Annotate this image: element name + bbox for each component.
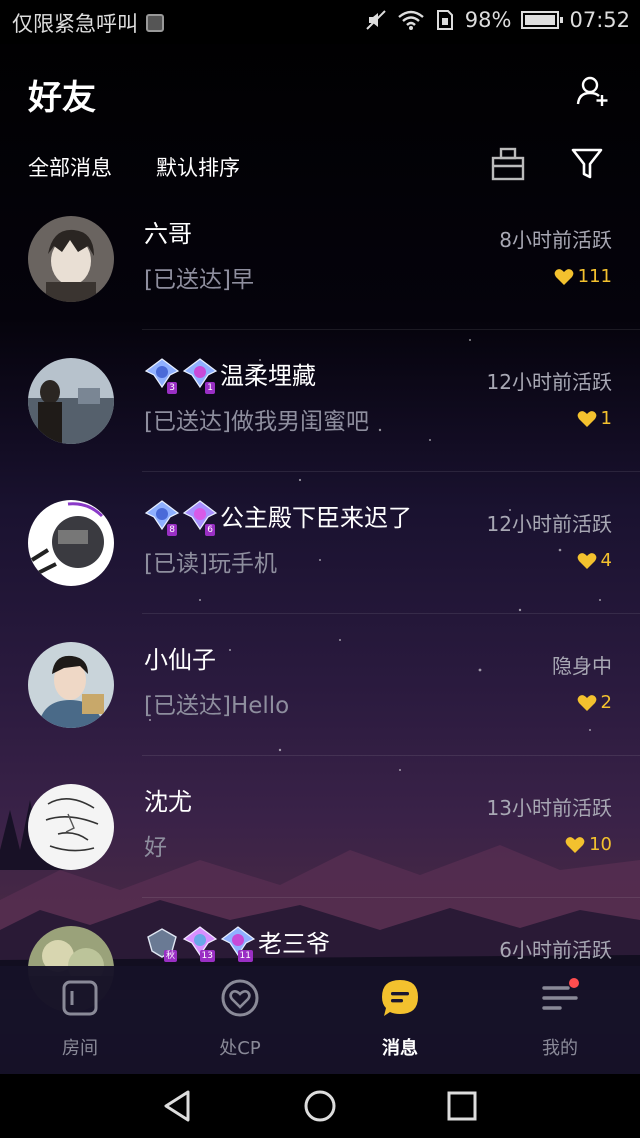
room-icon <box>62 980 98 1016</box>
intimacy-count: 2 <box>600 692 612 713</box>
last-active: 13小时前活跃 <box>486 796 612 820</box>
heart-icon <box>577 552 596 569</box>
last-message: [已送达]做我男闺蜜吧 <box>144 409 369 435</box>
profile-menu-icon <box>542 978 579 1010</box>
rank-badge-icon: 6 <box>182 499 218 536</box>
heart-icon <box>565 836 585 853</box>
friend-name: 温柔埋藏 <box>220 362 316 390</box>
battery-percent: 98% <box>464 8 512 32</box>
clock: 07:52 <box>569 8 630 32</box>
friend-row[interactable]: 六哥 8小时前活跃 [已送达]早 111 <box>0 188 640 330</box>
friend-row[interactable]: 3 1 温柔埋藏 12小时前活跃 [已送达]做我男闺蜜吧 1 <box>0 330 640 472</box>
tab-mine[interactable]: 我的 <box>480 966 640 1074</box>
friend-row[interactable]: 8 6 公主殿下臣来迟了 12小时前活跃 [已读]玩手机 4 <box>0 472 640 614</box>
rank-badge-icon: 3 <box>144 357 180 394</box>
avatar[interactable] <box>28 216 114 302</box>
friend-name: 沈尤 <box>144 788 192 816</box>
cp-heart-icon <box>221 979 259 1017</box>
friend-name: 六哥 <box>144 220 192 248</box>
friend-name: 公主殿下臣来迟了 <box>220 504 412 532</box>
gift-icon[interactable] <box>490 146 526 182</box>
tab-label: 房间 <box>62 1038 98 1059</box>
intimacy-count: 10 <box>589 834 612 855</box>
intimacy-count: 4 <box>600 550 612 571</box>
intimacy-count: 1 <box>600 408 612 429</box>
sim-card-icon <box>436 10 453 30</box>
default-sort-button[interactable]: 默认排序 <box>156 152 240 182</box>
last-message: [已读]玩手机 <box>144 551 277 577</box>
image-notification-icon <box>146 14 164 32</box>
heart-icon <box>577 694 596 711</box>
rank-badge-icon: 秋 <box>144 925 180 962</box>
rank-badge-icon: 8 <box>144 499 180 536</box>
last-active: 12小时前活跃 <box>486 512 612 536</box>
last-active: 6小时前活跃 <box>499 938 612 962</box>
intimacy-count: 111 <box>577 266 612 287</box>
friend-row[interactable]: 沈尤 13小时前活跃 好 10 <box>0 756 640 898</box>
last-message: [已送达]Hello <box>144 693 290 719</box>
all-messages-filter[interactable]: 全部消息 <box>28 152 112 182</box>
wifi-icon <box>398 10 424 30</box>
add-friend-icon[interactable] <box>576 74 610 108</box>
rank-badge-icon: 1 <box>182 357 218 394</box>
rank-badge-icon: 11 <box>220 925 256 962</box>
battery-icon <box>521 11 564 29</box>
tab-label: 我的 <box>542 1038 578 1059</box>
friend-row[interactable]: 小仙子 隐身中 [已送达]Hello 2 <box>0 614 640 756</box>
mute-icon <box>366 10 386 30</box>
last-active: 隐身中 <box>552 654 612 678</box>
tab-label: 处CP <box>219 1038 261 1059</box>
rank-badge-icon: 13 <box>182 925 218 962</box>
last-message: [已送达]早 <box>144 267 254 293</box>
recent-apps-icon[interactable] <box>444 1088 480 1124</box>
page-title: 好友 <box>28 78 96 118</box>
carrier-text: 仅限紧急呼叫 <box>12 12 138 36</box>
message-bubble-icon <box>382 980 418 1016</box>
tab-messages[interactable]: 消息 <box>320 966 480 1074</box>
bottom-tab-bar: 房间 处CP 消息 我的 <box>0 966 640 1074</box>
system-navigation-bar <box>0 1074 640 1138</box>
home-icon[interactable] <box>302 1088 338 1124</box>
friend-name: 老三爷 <box>258 930 330 958</box>
avatar[interactable] <box>28 784 114 870</box>
tab-room[interactable]: 房间 <box>0 966 160 1074</box>
status-bar: 仅限紧急呼叫 98% 07:52 <box>0 0 640 44</box>
heart-icon <box>577 410 596 427</box>
last-active: 8小时前活跃 <box>499 228 612 252</box>
avatar[interactable] <box>28 500 114 586</box>
filter-funnel-icon[interactable] <box>570 146 604 182</box>
avatar[interactable] <box>28 358 114 444</box>
tab-cp[interactable]: 处CP <box>160 966 320 1074</box>
friend-name: 小仙子 <box>144 646 216 674</box>
last-message: 好 <box>144 835 167 861</box>
back-icon[interactable] <box>160 1088 196 1124</box>
avatar[interactable] <box>28 642 114 728</box>
heart-icon <box>554 268 574 285</box>
tab-label: 消息 <box>382 1038 418 1059</box>
last-active: 12小时前活跃 <box>486 370 612 394</box>
